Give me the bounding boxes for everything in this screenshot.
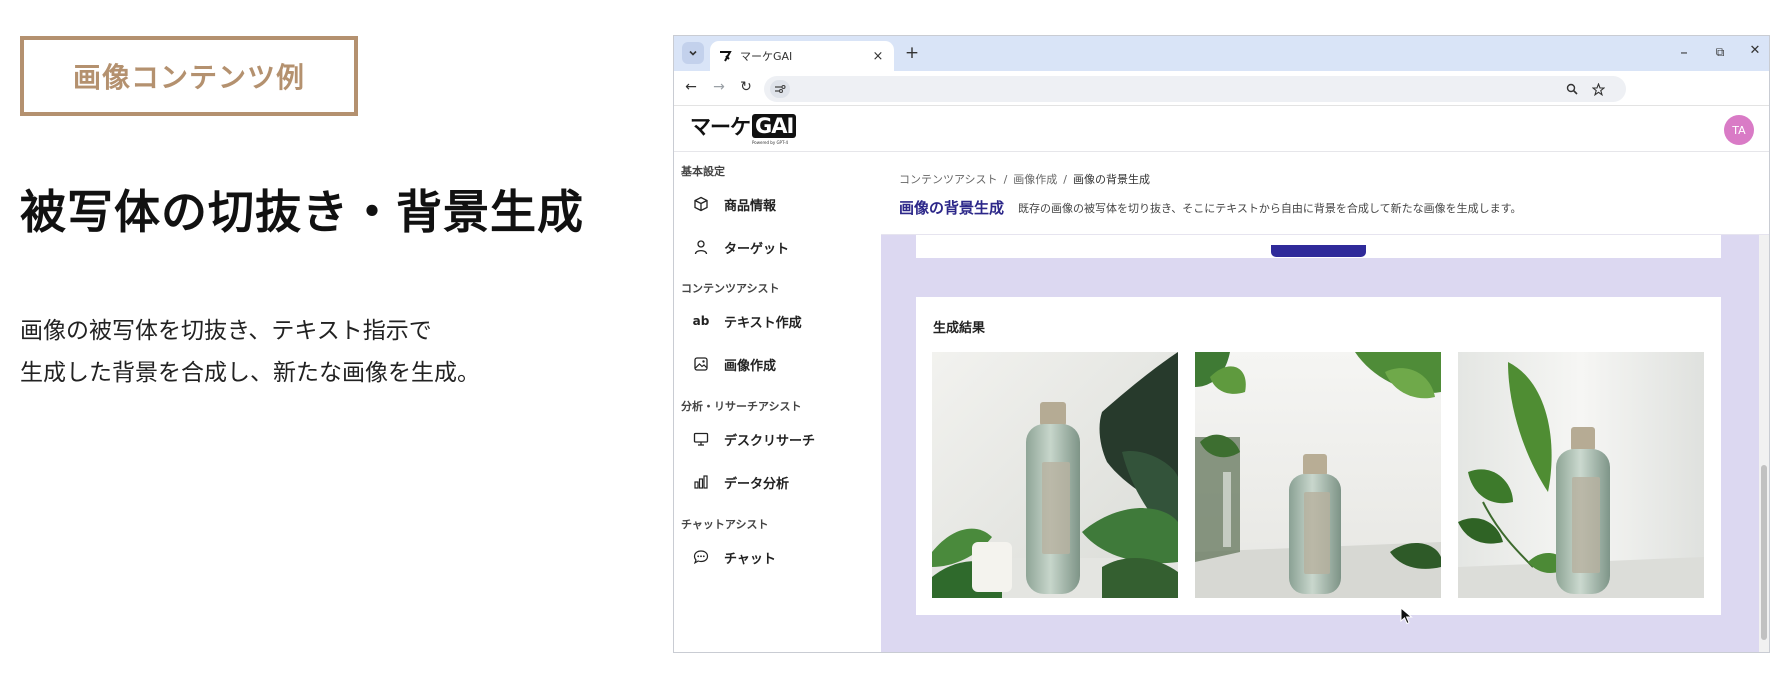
- sidebar-item-label: テキスト作成: [724, 315, 802, 331]
- bar-chart-icon: [692, 473, 710, 491]
- text-ab-icon: ab: [692, 314, 710, 328]
- tab-search-dropdown[interactable]: [682, 42, 704, 64]
- results-title: 生成結果: [933, 321, 986, 336]
- main-content: コンテンツアシスト / 画像作成 / 画像の背景生成 画像の背景生成 既存の画像の被写体…: [881, 153, 1769, 652]
- sidebar-item-target[interactable]: ターゲット: [674, 231, 881, 263]
- back-button[interactable]: ←: [682, 79, 700, 95]
- sidebar-group-chat-assist: チャットアシスト: [681, 518, 769, 531]
- browser-tab[interactable]: マーケGAI ×: [710, 41, 894, 71]
- app-header: マーケ GAI Powered by GPT-4 TA: [674, 107, 1769, 152]
- generate-button[interactable]: [1271, 245, 1366, 257]
- sidebar-item-product-info[interactable]: 商品情報: [674, 188, 881, 220]
- page-description: 既存の画像の被写体を切り抜き、そこにテキストから自由に背景を合成して新たな画像を…: [1018, 202, 1522, 215]
- close-window-button[interactable]: ✕: [1745, 43, 1765, 58]
- sidebar-group-research-assist: 分析・リサーチアシスト: [681, 400, 802, 413]
- monitor-icon: [692, 430, 710, 448]
- sidebar-item-label: 商品情報: [724, 198, 777, 214]
- app-viewport: マーケ GAI Powered by GPT-4 TA 基本設定 商品情報 ター…: [674, 107, 1769, 652]
- cube-icon: [692, 195, 710, 213]
- chevron-down-icon: [689, 50, 697, 56]
- page-title: 画像の背景生成: [899, 199, 1005, 217]
- page-header: コンテンツアシスト / 画像作成 / 画像の背景生成 画像の背景生成 既存の画像の被写体…: [881, 153, 1769, 235]
- breadcrumb-separator: /: [1063, 173, 1067, 186]
- results-card: 生成結果: [916, 297, 1721, 615]
- tab-title: マーケGAI: [740, 50, 793, 63]
- breadcrumb-image-creation[interactable]: 画像作成: [1013, 173, 1057, 186]
- sidebar-item-chat[interactable]: チャット: [674, 541, 881, 573]
- description: 画像の被写体を切抜き、テキスト指示で 生成した背景を合成し、新たな画像を生成。: [20, 310, 480, 394]
- reload-button[interactable]: ↻: [737, 79, 755, 95]
- section-badge: 画像コンテンツ例: [20, 36, 358, 116]
- content-scrollbar[interactable]: [1759, 235, 1769, 652]
- breadcrumb-content-assist[interactable]: コンテンツアシスト: [899, 173, 998, 186]
- sidebar: 基本設定 商品情報 ターゲット コンテンツアシスト ab テキスト作成 画像作成…: [674, 153, 881, 652]
- sidebar-item-label: デスクリサーチ: [724, 433, 816, 449]
- site-info-icon[interactable]: [770, 80, 790, 98]
- result-image-1[interactable]: [932, 352, 1178, 598]
- logo-kana: マーケ: [690, 115, 751, 139]
- sidebar-item-label: データ分析: [724, 476, 790, 492]
- address-bar-row: ← → ↻: [674, 71, 1769, 106]
- restore-button[interactable]: ⧉: [1710, 45, 1730, 60]
- mouse-cursor-icon: [1400, 607, 1413, 625]
- app-logo[interactable]: マーケ GAI Powered by GPT-4: [690, 114, 797, 146]
- person-icon: [692, 238, 710, 256]
- sidebar-item-image-creation[interactable]: 画像作成: [674, 348, 881, 380]
- breadcrumb: コンテンツアシスト / 画像作成 / 画像の背景生成: [899, 171, 1150, 187]
- forward-button[interactable]: →: [710, 79, 728, 95]
- sidebar-item-label: チャット: [724, 551, 776, 567]
- breadcrumb-separator: /: [1003, 173, 1008, 186]
- tab-bar: マーケGAI × + – ⧉ ✕: [674, 36, 1769, 71]
- image-icon: [692, 355, 710, 373]
- sidebar-item-data-analysis[interactable]: データ分析: [674, 466, 881, 498]
- description-line-2: 生成した背景を合成し、新たな画像を生成。: [20, 360, 480, 386]
- scrollbar-thumb[interactable]: [1761, 465, 1767, 640]
- sidebar-group-basic: 基本設定: [681, 165, 725, 178]
- result-image-3[interactable]: [1458, 352, 1704, 598]
- chat-bubble-icon: [692, 548, 710, 566]
- favicon-icon: [718, 49, 732, 63]
- breadcrumb-current: 画像の背景生成: [1073, 173, 1150, 186]
- bookmark-star-icon[interactable]: [1590, 81, 1606, 97]
- logo-powered-by: Powered by GPT-4: [752, 140, 789, 145]
- new-tab-button[interactable]: +: [902, 43, 922, 63]
- result-image-2[interactable]: [1195, 352, 1441, 598]
- sidebar-item-label: 画像作成: [724, 358, 777, 374]
- tab-close-button[interactable]: ×: [870, 49, 886, 64]
- zoom-icon[interactable]: [1564, 81, 1580, 97]
- user-avatar[interactable]: TA: [1724, 115, 1754, 145]
- headline: 被写体の切抜き・背景生成: [20, 185, 584, 239]
- url-input[interactable]: [764, 76, 1626, 102]
- minimize-button[interactable]: –: [1674, 43, 1694, 61]
- sidebar-group-content-assist: コンテンツアシスト: [681, 282, 780, 295]
- sidebar-item-desk-research[interactable]: デスクリサーチ: [674, 423, 881, 455]
- description-line-1: 画像の被写体を切抜き、テキスト指示で: [20, 318, 432, 344]
- sidebar-item-text-creation[interactable]: ab テキスト作成: [674, 305, 881, 337]
- browser-window: マーケGAI × + – ⧉ ✕ ← → ↻ マーケ GAI Powered b…: [673, 35, 1770, 653]
- logo-gai: GAI: [752, 114, 797, 138]
- sidebar-item-label: ターゲット: [724, 241, 790, 257]
